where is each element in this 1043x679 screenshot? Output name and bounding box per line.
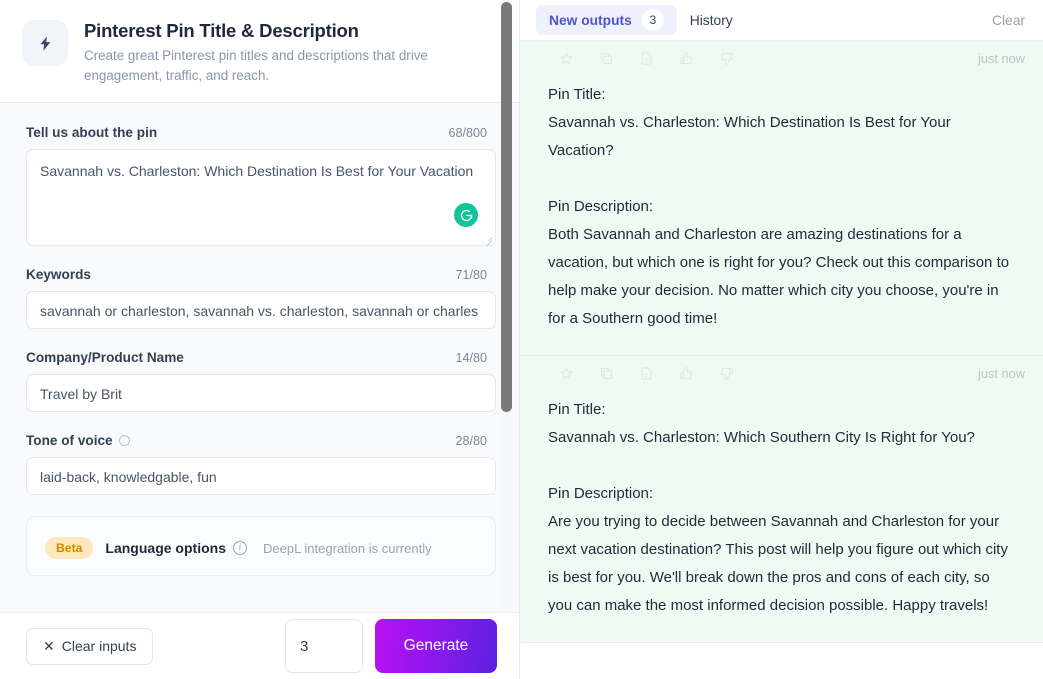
pin-title-text: Savannah vs. Charleston: Which Destinati… — [548, 114, 951, 159]
field-head: Keywords 71/80 — [26, 267, 497, 282]
field-label: Tell us about the pin — [26, 125, 158, 141]
copy-icon[interactable] — [586, 43, 626, 73]
results-panel: New outputs 3 History Clear just now Pin… — [520, 0, 1043, 679]
tab-new-outputs[interactable]: New outputs 3 — [536, 5, 677, 35]
output-timestamp: just now — [978, 365, 1025, 381]
thumbs-up-icon[interactable] — [666, 358, 706, 388]
generate-button[interactable]: Generate — [375, 619, 497, 673]
field-keywords: Keywords 71/80 savannah or charleston, s… — [26, 267, 497, 330]
field-company-name: Company/Product Name 14/80 Travel by Bri… — [26, 350, 497, 413]
close-x-icon: ✕ — [43, 638, 55, 654]
tone-of-voice-input[interactable]: laid-back, knowledgable, fun — [26, 457, 496, 496]
pin-title-text: Savannah vs. Charleston: Which Southern … — [548, 429, 975, 446]
field-tone-of-voice: Tone of voice 28/80 laid-back, knowledga… — [26, 433, 497, 496]
language-options-label: Language options i — [105, 540, 247, 556]
pin-description-label: Pin Description: — [548, 198, 654, 215]
keywords-input[interactable]: savannah or charleston, savannah vs. cha… — [26, 291, 496, 330]
output-card-body: Pin Title: Savannah vs. Charleston: Whic… — [520, 390, 1043, 620]
lightning-bolt-icon — [22, 20, 68, 66]
field-head: Company/Product Name 14/80 — [26, 350, 497, 365]
output-timestamp: just now — [978, 50, 1025, 66]
char-counter: 28/80 — [455, 433, 487, 448]
clear-inputs-label: Clear inputs — [61, 638, 137, 654]
field-head: Tone of voice 28/80 — [26, 433, 497, 448]
pin-title-label: Pin Title: — [548, 401, 606, 418]
copy-icon[interactable] — [586, 358, 626, 388]
language-options-card[interactable]: Beta Language options i DeepL integratio… — [26, 516, 496, 577]
field-label: Tone of voice — [26, 433, 130, 448]
output-card: just now Pin Title: Savannah vs. Charles… — [520, 356, 1043, 643]
pin-description-label: Pin Description: — [548, 485, 654, 502]
field-label: Company/Product Name — [26, 350, 184, 366]
char-counter: 71/80 — [455, 267, 487, 282]
field-label-text: Tone of voice — [26, 433, 113, 449]
left-panel-scrollbar[interactable] — [501, 0, 512, 679]
output-card: just now Pin Title: Savannah vs. Charles… — [520, 41, 1043, 356]
thumbs-down-icon[interactable] — [706, 358, 746, 388]
pin-title-label: Pin Title: — [548, 86, 606, 103]
tool-header-texts: Pinterest Pin Title & Description Create… — [84, 18, 479, 86]
company-name-input[interactable]: Travel by Brit — [26, 374, 496, 413]
page-title: Pinterest Pin Title & Description — [84, 20, 359, 41]
output-card-toolbar: just now — [520, 41, 1043, 75]
char-counter: 14/80 — [455, 350, 487, 365]
thumbs-down-icon[interactable] — [706, 43, 746, 73]
clear-outputs-link[interactable]: Clear — [992, 13, 1025, 28]
form-fields: Tell us about the pin 68/800 Savannah vs… — [0, 103, 519, 612]
textarea-wrapper — [26, 149, 496, 247]
info-icon[interactable] — [118, 435, 130, 447]
language-options-text: Language options — [105, 540, 226, 557]
clear-inputs-button[interactable]: ✕ Clear inputs — [26, 627, 154, 665]
star-icon[interactable] — [546, 43, 586, 73]
output-card-body: Pin Title: Savannah vs. Charleston: Whic… — [520, 75, 1043, 333]
field-label: Keywords — [26, 267, 91, 283]
pin-description-input[interactable] — [26, 149, 496, 247]
page-subtitle: Create great Pinterest pin titles and de… — [84, 48, 428, 84]
pin-description-text: Both Savannah and Charleston are amazing… — [548, 226, 1010, 327]
action-bar: ✕ Clear inputs Generate — [0, 612, 519, 679]
document-icon[interactable] — [626, 358, 666, 388]
tool-header: Pinterest Pin Title & Description Create… — [0, 0, 519, 104]
scrollbar-thumb[interactable] — [501, 2, 512, 412]
output-card-toolbar: just now — [520, 356, 1043, 390]
field-head: Tell us about the pin 68/800 — [26, 125, 497, 140]
char-counter: 68/800 — [448, 125, 487, 140]
new-outputs-count: 3 — [641, 9, 664, 31]
document-icon[interactable] — [626, 43, 666, 73]
field-pin-description: Tell us about the pin 68/800 — [26, 125, 497, 247]
pin-description-text: Are you trying to decide between Savanna… — [548, 513, 1008, 614]
output-count-input[interactable] — [285, 619, 363, 673]
deepl-note: DeepL integration is currently — [262, 540, 432, 556]
tab-new-outputs-label: New outputs — [549, 12, 632, 28]
outputs-list: just now Pin Title: Savannah vs. Charles… — [520, 41, 1043, 679]
tab-history-label: History — [689, 12, 733, 28]
app-root: Pinterest Pin Title & Description Create… — [0, 0, 1043, 679]
info-icon[interactable]: i — [232, 541, 247, 556]
tab-history[interactable]: History — [677, 5, 746, 35]
beta-badge: Beta — [45, 537, 94, 560]
star-icon[interactable] — [546, 358, 586, 388]
tool-input-panel: Pinterest Pin Title & Description Create… — [0, 0, 520, 679]
results-tabs: New outputs 3 History Clear — [520, 0, 1043, 41]
thumbs-up-icon[interactable] — [666, 43, 706, 73]
